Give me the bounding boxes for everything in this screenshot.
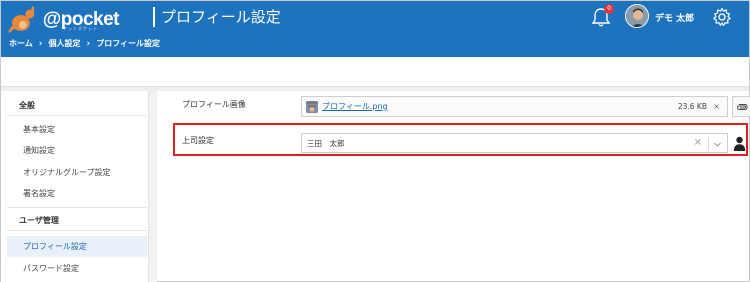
settings-sidebar: 全般 基本設定 通知設定 オリジナルグループ設定 署名設定 ユーザ管理 プロフィ… xyxy=(1,91,149,282)
avatar-photo-icon xyxy=(626,5,648,27)
sidebar-section-user: ユーザ管理 xyxy=(19,216,59,225)
remove-file-button[interactable]: × xyxy=(713,102,720,111)
page-title: プロフィール設定 xyxy=(161,8,281,26)
sidebar-item-basic-settings[interactable]: 基本設定 xyxy=(7,119,147,140)
sidebar-divider xyxy=(7,115,147,116)
breadcrumb-separator: › xyxy=(38,38,43,49)
user-name[interactable]: デモ 太郎 xyxy=(655,11,694,24)
profile-image-label: プロフィール画像 xyxy=(182,100,246,109)
app-header: @pocket アットポケット プロフィール設定 ホーム › 個人設定 › プロ… xyxy=(1,1,749,57)
attach-file-button[interactable] xyxy=(732,96,750,117)
select-user-button[interactable] xyxy=(732,133,747,153)
supervisor-select-value: 三田 太郎 xyxy=(307,138,345,148)
sidebar-item-original-group-settings[interactable]: オリジナルグループ設定 xyxy=(7,162,147,183)
sidebar-item-signature-settings[interactable]: 署名設定 xyxy=(7,183,147,204)
logo-kangaroo-icon xyxy=(8,6,35,33)
profile-image-file-size: 23.6 KB xyxy=(677,102,707,111)
sidebar-gutter xyxy=(149,91,157,282)
supervisor-select[interactable]: 三田 太郎 × xyxy=(301,133,728,153)
breadcrumb-current: プロフィール設定 xyxy=(96,39,161,48)
person-icon xyxy=(733,136,746,151)
header-divider xyxy=(153,7,155,27)
gear-icon[interactable] xyxy=(712,7,732,27)
logo-subtext: アットポケット xyxy=(63,26,98,31)
supervisor-label: 上司設定 xyxy=(182,136,214,145)
sidebar-divider xyxy=(7,207,147,208)
sidebar-divider xyxy=(7,230,147,231)
breadcrumb: ホーム › 個人設定 › プロフィール設定 xyxy=(9,38,160,49)
thumbnail-photo-icon xyxy=(306,103,318,113)
toolbar-area xyxy=(1,57,749,87)
breadcrumb-personal-settings[interactable]: 個人設定 xyxy=(48,38,80,49)
chevron-down-icon[interactable] xyxy=(713,140,722,149)
breadcrumb-home[interactable]: ホーム xyxy=(9,38,33,49)
sidebar-item-password-settings[interactable]: パスワード設定 xyxy=(7,258,147,279)
profile-image-field[interactable]: プロフィール.png 23.6 KB × xyxy=(301,96,728,117)
paperclip-icon xyxy=(737,103,748,110)
sidebar-item-notification-settings[interactable]: 通知設定 xyxy=(7,140,147,161)
sidebar-section-general: 全般 xyxy=(19,101,35,110)
notification-badge: 0 xyxy=(604,4,614,14)
sidebar-item-profile-settings[interactable]: プロフィール設定 xyxy=(7,236,147,257)
user-avatar[interactable] xyxy=(625,4,649,28)
profile-thumbnail xyxy=(306,100,318,113)
clear-selection-button[interactable]: × xyxy=(694,137,702,148)
select-separator xyxy=(708,137,709,150)
breadcrumb-separator: › xyxy=(86,38,91,49)
profile-image-file-link[interactable]: プロフィール.png xyxy=(322,101,388,112)
